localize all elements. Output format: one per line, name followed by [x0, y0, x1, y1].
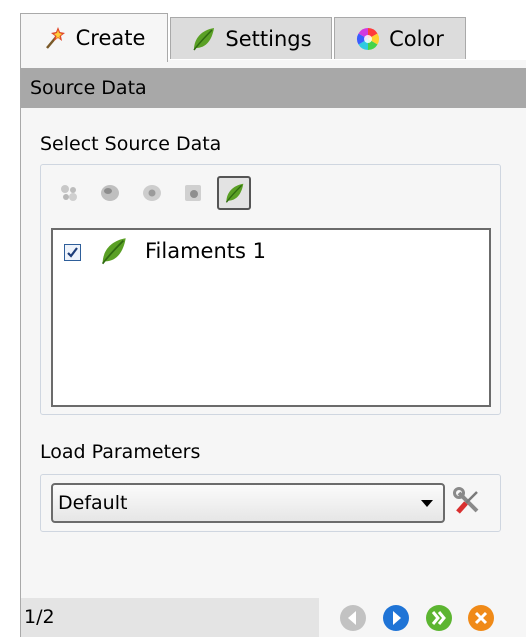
spots-source-icon — [61, 185, 77, 201]
select-source-label: Select Source Data — [40, 133, 222, 155]
magic-wand-icon — [43, 26, 67, 50]
finish-button[interactable] — [425, 604, 453, 632]
surface-source-button[interactable] — [93, 176, 127, 210]
tab-create-label: Create — [75, 26, 146, 50]
volume-source-button[interactable] — [176, 176, 210, 210]
create-panel: Source Data Select Source Data Filaments… — [20, 60, 526, 637]
tab-color-label: Color — [389, 26, 444, 51]
chevron-down-icon — [421, 500, 433, 507]
back-button[interactable] — [339, 604, 367, 632]
page-indicator: 1/2 — [21, 598, 319, 637]
next-button[interactable] — [382, 604, 410, 632]
list-item-label: Filaments 1 — [145, 239, 266, 263]
tab-bar: Create Settings Color — [20, 13, 526, 62]
check-icon — [67, 247, 78, 258]
tools-button[interactable] — [451, 485, 485, 519]
cancel-button[interactable] — [467, 604, 495, 632]
load-parameters-value: Default — [58, 492, 128, 514]
cancel-icon — [468, 605, 494, 631]
load-parameters-select[interactable]: Default — [51, 483, 445, 523]
tab-color[interactable]: Color — [334, 17, 466, 59]
surface-source-icon — [101, 185, 119, 201]
tab-create[interactable]: Create — [20, 13, 168, 62]
back-icon — [340, 605, 366, 631]
wrench-screwdriver-icon — [453, 487, 479, 514]
cells-source-icon — [143, 185, 161, 201]
tab-settings-label: Settings — [225, 26, 312, 51]
finish-icon — [426, 605, 452, 631]
list-item[interactable]: Filaments 1 — [53, 230, 489, 274]
filaments-checkbox[interactable] — [64, 244, 81, 261]
load-parameters-label: Load Parameters — [40, 441, 201, 463]
filaments-source-icon — [225, 183, 244, 203]
color-wheel-icon — [356, 27, 380, 51]
leaf-icon — [190, 26, 216, 52]
cells-source-button[interactable] — [135, 176, 169, 210]
next-icon — [383, 605, 409, 631]
volume-source-icon — [185, 185, 201, 201]
tab-settings[interactable]: Settings — [170, 17, 332, 59]
leaf-icon — [98, 236, 128, 270]
filaments-source-button[interactable] — [217, 176, 251, 210]
spots-source-button[interactable] — [52, 176, 86, 210]
section-header: Source Data — [21, 68, 526, 108]
source-list[interactable]: Filaments 1 — [51, 228, 491, 407]
